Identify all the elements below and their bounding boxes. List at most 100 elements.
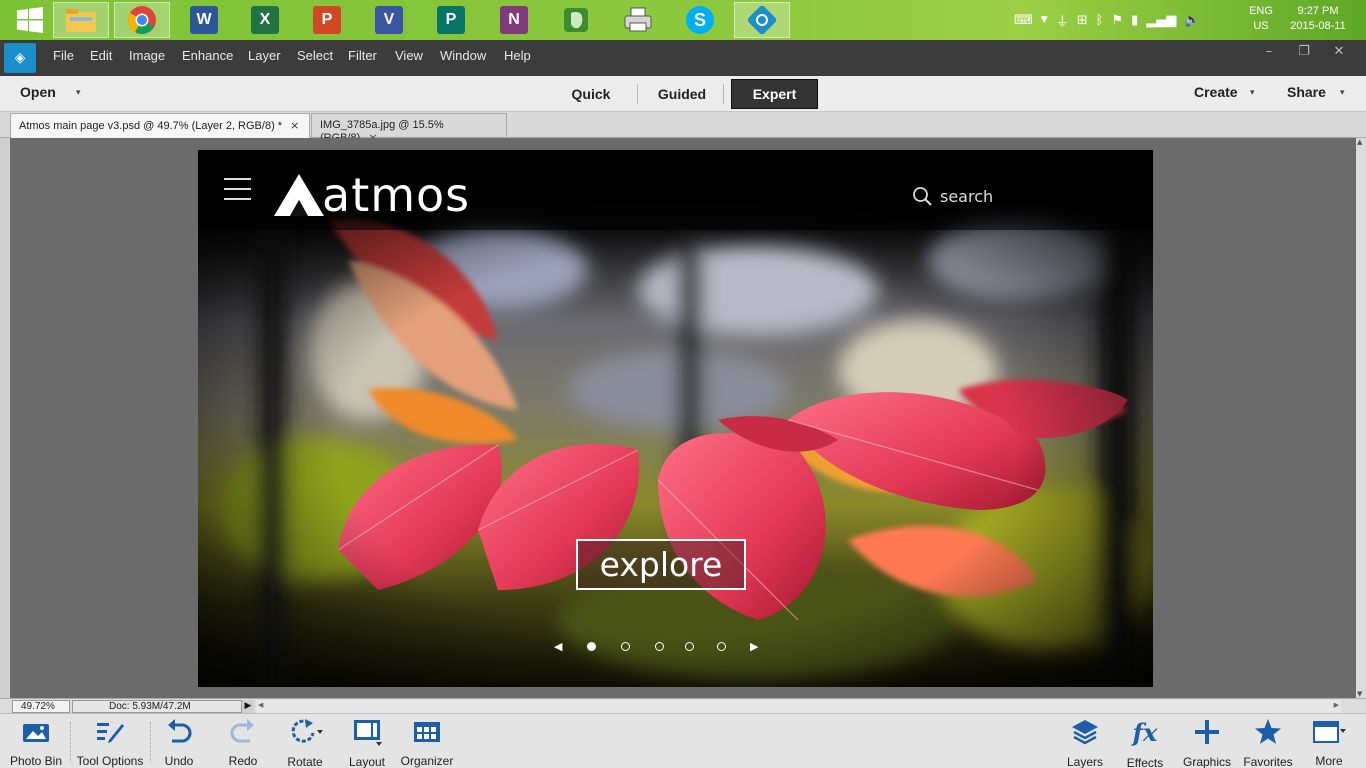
layout-icon	[354, 720, 382, 746]
volume-icon[interactable]: 🔈	[1184, 13, 1200, 28]
graphics-label: Graphics	[1182, 755, 1232, 768]
tab-guided[interactable]: Guided	[646, 79, 718, 109]
taskbar-visio[interactable]: V	[361, 2, 417, 38]
restore-button[interactable]: ❐	[1287, 40, 1321, 62]
hamburger-menu-icon[interactable]	[224, 178, 251, 200]
flag-icon[interactable]: ⚑	[1111, 13, 1123, 28]
taskbar-file-explorer[interactable]	[53, 2, 109, 38]
menu-enhance[interactable]: Enhance	[182, 48, 233, 63]
windows-update-icon[interactable]: ⊞	[1077, 13, 1088, 28]
menu-view[interactable]: View	[395, 48, 423, 63]
tool-options-button[interactable]: Tool Options	[74, 718, 146, 768]
share-dropdown-chevron-icon[interactable]: ▾	[1340, 88, 1345, 98]
system-clock[interactable]: 9:27 PM 2015-08-11	[1284, 4, 1352, 34]
layers-button[interactable]: Layers	[1062, 718, 1108, 768]
minimize-button[interactable]: –	[1252, 40, 1286, 62]
carousel-dot[interactable]	[685, 642, 694, 651]
more-button[interactable]: More	[1306, 718, 1352, 768]
clock-date: 2015-08-11	[1290, 20, 1346, 32]
layout-label: Layout	[348, 755, 386, 768]
menu-layer[interactable]: Layer	[248, 48, 281, 63]
printer-icon	[624, 7, 652, 32]
taskbar-excel[interactable]: X	[237, 2, 293, 38]
taskbar-word[interactable]: W	[176, 2, 232, 38]
tool-options-icon	[97, 722, 124, 743]
create-button[interactable]: Create	[1194, 84, 1238, 100]
windows-logo-icon	[17, 7, 43, 33]
tab-expert[interactable]: Expert	[731, 79, 818, 109]
vertical-scrollbar[interactable]: ▲ ▼	[1356, 138, 1366, 698]
powerpoint-icon: P	[313, 6, 341, 34]
carousel-dot[interactable]	[587, 642, 596, 651]
signal-icon[interactable]: ▂▄▆	[1146, 13, 1176, 28]
taskbar-evernote[interactable]	[548, 2, 604, 38]
open-dropdown-chevron-icon[interactable]: ▾	[76, 88, 81, 98]
horizontal-scrollbar[interactable]: ◀ ▶	[256, 700, 1341, 713]
graphics-button[interactable]: Graphics	[1180, 718, 1234, 768]
redo-label: Redo	[228, 754, 258, 768]
language-indicator[interactable]: ENG US	[1247, 4, 1275, 34]
document-tab[interactable]: IMG_3785a.jpg @ 15.5% (RGB/8)×	[311, 113, 507, 144]
zoom-level-field[interactable]: 49.72%	[12, 700, 70, 713]
app-logo-icon[interactable]: ◈	[4, 43, 36, 73]
taskbar-photoshop-elements[interactable]	[734, 2, 790, 38]
skype-icon: S	[686, 6, 714, 34]
battery-icon[interactable]: ▮	[1131, 13, 1138, 28]
carousel-dot[interactable]	[655, 642, 664, 651]
close-tab-icon[interactable]: ×	[290, 119, 299, 132]
explore-button[interactable]: explore	[576, 539, 746, 590]
menu-select[interactable]: Select	[297, 48, 333, 63]
start-button[interactable]	[2, 2, 58, 38]
menu-edit[interactable]: Edit	[90, 48, 112, 63]
tray-expand-icon[interactable]: ▼	[1041, 15, 1048, 25]
region-code: US	[1253, 20, 1269, 32]
taskbar-chrome[interactable]	[114, 2, 170, 38]
taskbar-fax-scanner[interactable]	[610, 2, 666, 38]
carousel-next-icon[interactable]: ▶	[750, 640, 758, 653]
photo-bin-button[interactable]: Photo Bin	[8, 718, 64, 768]
usb-icon[interactable]: ⏚	[1056, 11, 1069, 30]
publisher-icon: P	[437, 6, 465, 34]
document-canvas[interactable]: atmos search explore ◀ ▶	[198, 150, 1153, 687]
document-tab-active[interactable]: Atmos main page v3.psd @ 49.7% (Layer 2,…	[10, 113, 310, 138]
scroll-up-arrow-icon[interactable]: ▲	[1357, 138, 1362, 146]
favorites-button[interactable]: Favorites	[1240, 718, 1296, 768]
layout-button[interactable]: Layout	[344, 718, 390, 768]
excel-icon: X	[251, 6, 279, 34]
scroll-left-arrow-icon[interactable]: ◀	[258, 701, 263, 709]
menu-image[interactable]: Image	[129, 48, 165, 63]
carousel-dot[interactable]	[717, 642, 726, 651]
status-menu-arrow-icon[interactable]: ▶	[242, 700, 254, 713]
effects-button[interactable]: fx Effects	[1122, 718, 1168, 768]
scroll-down-arrow-icon[interactable]: ▼	[1357, 690, 1362, 698]
taskbar-publisher[interactable]: P	[423, 2, 479, 38]
taskbar-powerpoint[interactable]: P	[299, 2, 355, 38]
taskbar-skype[interactable]: S	[672, 2, 728, 38]
bluetooth-icon[interactable]: ᛒ	[1096, 13, 1104, 28]
carousel-dot[interactable]	[621, 642, 630, 651]
rotate-label: Rotate	[287, 755, 323, 768]
mode-bar: Open ▾ Quick Guided Expert Create ▾ Shar…	[0, 76, 1366, 112]
taskbar-onenote[interactable]: N	[486, 2, 542, 38]
create-dropdown-chevron-icon[interactable]: ▾	[1250, 88, 1255, 98]
menu-help[interactable]: Help	[504, 48, 531, 63]
panel-bar: Photo Bin Tool Options Undo Redo Rotate …	[0, 713, 1366, 768]
open-button[interactable]: Open	[20, 84, 56, 100]
search-box[interactable]: search	[912, 186, 993, 206]
menu-file[interactable]: File	[53, 48, 74, 63]
rotate-button[interactable]: Rotate	[282, 718, 328, 768]
search-icon	[913, 187, 932, 206]
redo-button[interactable]: Redo	[220, 718, 266, 768]
undo-button[interactable]: Undo	[156, 718, 202, 768]
close-window-button[interactable]: ✕	[1322, 40, 1356, 62]
share-button[interactable]: Share	[1287, 84, 1326, 100]
menu-filter[interactable]: Filter	[348, 48, 377, 63]
carousel-prev-icon[interactable]: ◀	[554, 640, 562, 653]
brand-logo[interactable]: atmos	[274, 172, 470, 218]
organizer-button[interactable]: Organizer	[398, 718, 456, 768]
scroll-right-arrow-icon[interactable]: ▶	[1334, 701, 1339, 709]
screen: W X P V P N S ⌨ ▼ ⏚ ⊞ ᛒ ⚑ ▮ ▂▄▆ 🔈 ENG US…	[0, 0, 1366, 768]
menu-window[interactable]: Window	[440, 48, 486, 63]
tab-quick[interactable]: Quick	[556, 79, 626, 109]
keyboard-icon[interactable]: ⌨	[1014, 13, 1033, 28]
